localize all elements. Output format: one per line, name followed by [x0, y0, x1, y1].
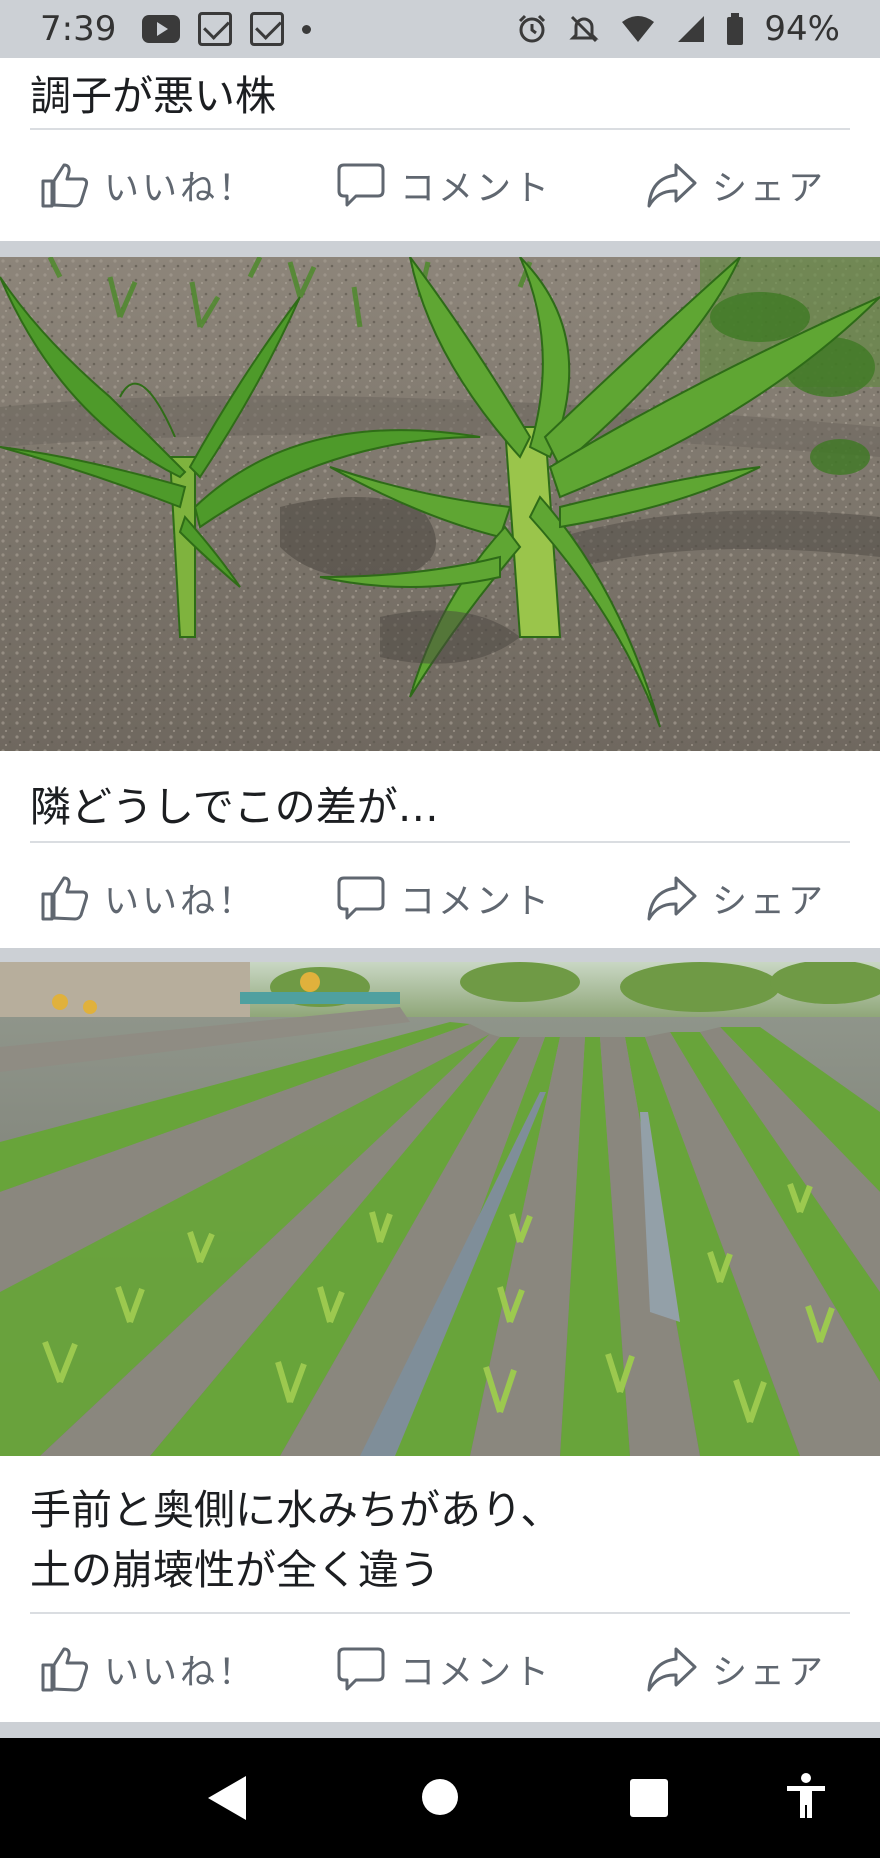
post-caption: 手前と奥側に水みちがあり、 土の崩壊性が全く違う	[0, 1456, 880, 1600]
thumbs-up-icon	[41, 163, 89, 208]
corn-field-image	[0, 962, 880, 1456]
comment-label: コメント	[400, 168, 553, 209]
thumbs-up-icon	[41, 1647, 89, 1692]
like-button[interactable]: いいね！	[40, 1644, 256, 1695]
share-button[interactable]: シェア	[646, 873, 826, 924]
navigation-bar	[0, 1738, 880, 1858]
comment-button[interactable]: コメント	[336, 160, 552, 211]
post-photo[interactable]	[0, 257, 880, 751]
like-label: いいね！	[104, 168, 257, 209]
caption-line: 手前と奥側に水みちがあり、	[30, 1486, 562, 1534]
comment-label: コメント	[400, 1652, 553, 1693]
post-photo[interactable]	[0, 962, 880, 1456]
comment-label: コメント	[400, 881, 553, 922]
post-caption: 隣どうしでこの差が…	[30, 783, 439, 831]
battery-icon	[727, 13, 744, 45]
post-caption: 調子が悪い株	[30, 72, 276, 120]
post-card: 隣どうしでこの差が… いいね！ コメント シェア	[0, 751, 880, 948]
comment-button[interactable]: コメント	[336, 873, 552, 924]
alarm-icon	[519, 14, 546, 43]
action-bar: いいね！ コメント シェア	[0, 1614, 880, 1724]
like-button[interactable]: いいね！	[40, 160, 256, 211]
dot-icon	[302, 24, 312, 34]
home-icon[interactable]	[422, 1779, 458, 1815]
share-label: シェア	[712, 1652, 827, 1693]
share-icon	[647, 1647, 697, 1692]
action-bar: いいね！ コメント シェア	[0, 130, 880, 240]
comment-icon	[337, 876, 385, 920]
comment-button[interactable]: コメント	[336, 1644, 552, 1695]
youtube-icon	[142, 15, 181, 43]
like-button[interactable]: いいね！	[40, 873, 256, 924]
share-icon	[647, 163, 697, 208]
caption-line: 土の崩壊性が全く違う	[30, 1546, 440, 1594]
corn-closeup-image	[0, 257, 880, 751]
status-time: 7:39	[40, 9, 117, 49]
mail-icon	[250, 12, 285, 46]
post-card: 手前と奥側に水みちがあり、 土の崩壊性が全く違う いいね！ コメント シェア	[0, 1456, 880, 1722]
mute-icon	[569, 15, 600, 43]
share-icon	[647, 876, 697, 921]
battery-percent: 94%	[764, 9, 840, 49]
action-bar: いいね！ コメント シェア	[0, 843, 880, 953]
comment-icon	[337, 1647, 385, 1691]
wifi-icon	[622, 16, 655, 42]
share-label: シェア	[712, 881, 827, 922]
like-label: いいね！	[104, 1652, 257, 1693]
share-button[interactable]: シェア	[646, 160, 826, 211]
comment-icon	[337, 163, 385, 207]
back-icon[interactable]	[208, 1776, 246, 1820]
share-label: シェア	[712, 168, 827, 209]
post-card: 調子が悪い株 いいね！ コメント シェア	[0, 58, 880, 241]
like-label: いいね！	[104, 881, 257, 922]
share-button[interactable]: シェア	[646, 1644, 826, 1695]
mail-icon	[198, 12, 233, 46]
accessibility-icon[interactable]	[784, 1772, 828, 1820]
status-bar: 7:39 94%	[0, 0, 880, 58]
thumbs-up-icon	[41, 876, 89, 921]
signal-icon	[678, 16, 705, 42]
recents-icon[interactable]	[630, 1779, 668, 1817]
